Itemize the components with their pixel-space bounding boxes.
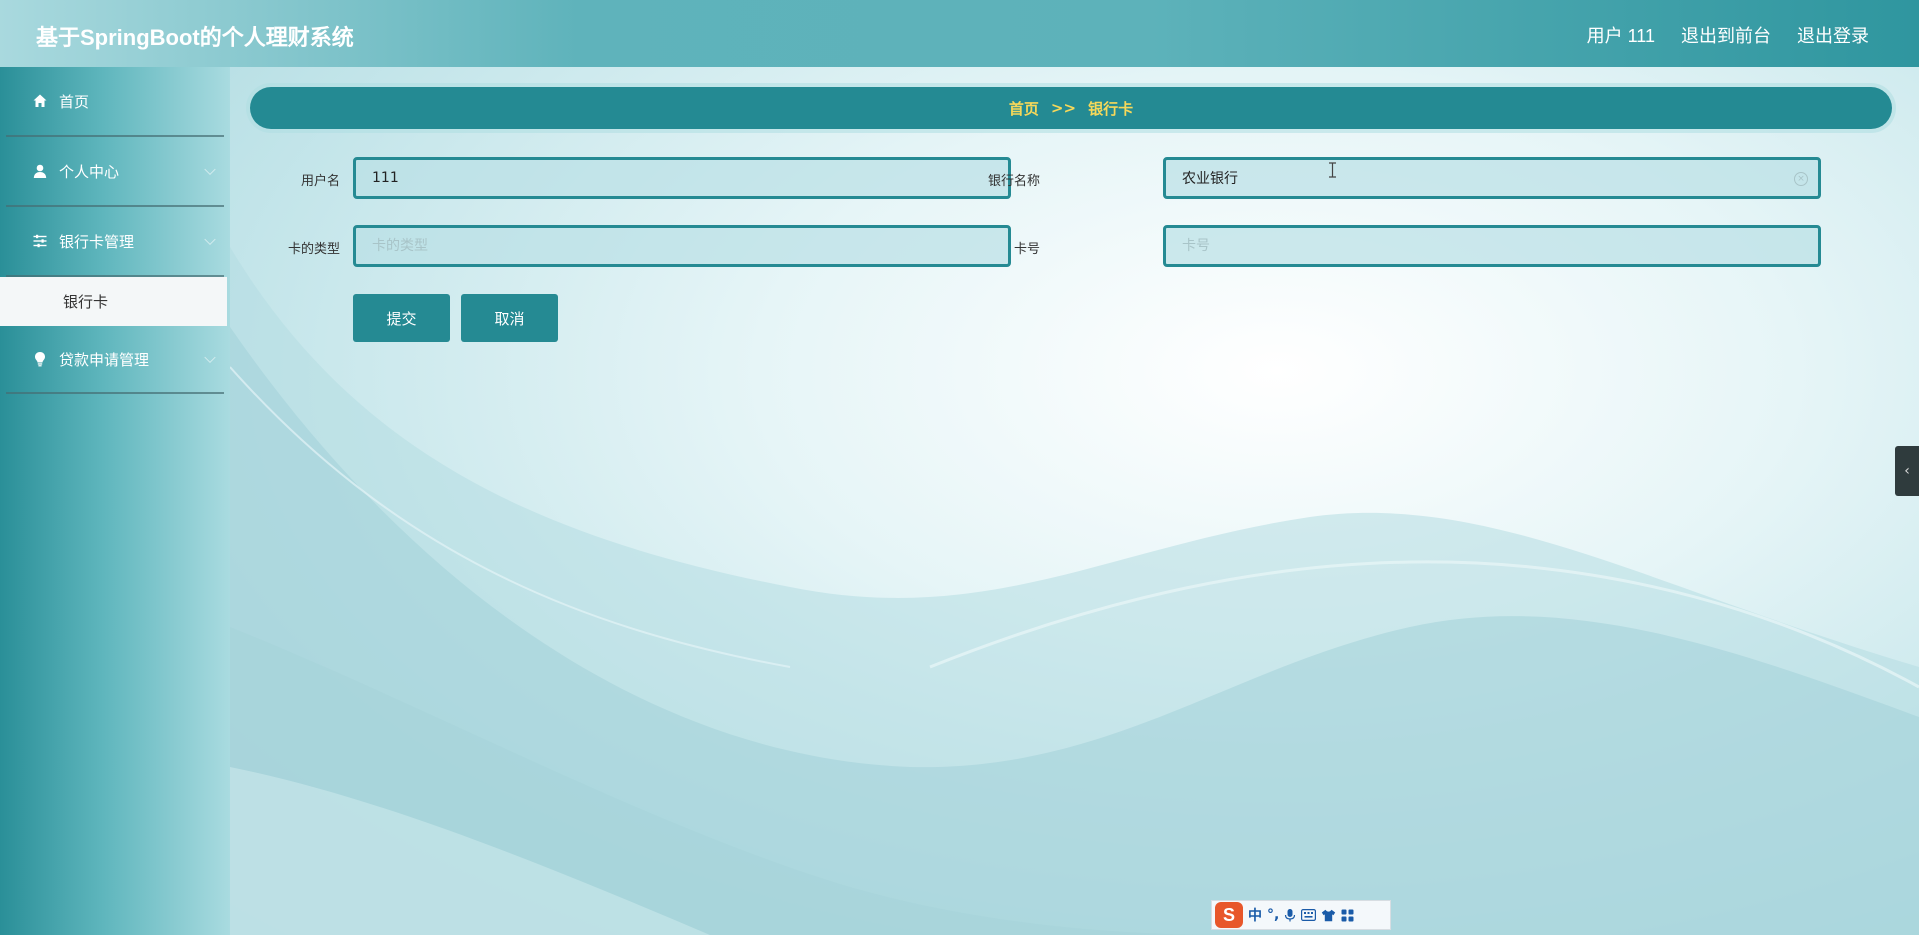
top-header: 基于SpringBoot的个人理财系统 用户 111 退出到前台 退出登录 — [0, 0, 1919, 67]
cancel-button[interactable]: 取消 — [461, 294, 558, 342]
sidebar-subitem-bank-card[interactable]: 银行卡 — [0, 277, 227, 326]
sidebar-divider — [6, 392, 224, 394]
sidebar-item-label: 首页 — [59, 92, 90, 111]
card-type-field[interactable] — [353, 225, 1011, 267]
toolbox-grid-icon[interactable] — [1341, 909, 1354, 922]
sidebar-item-label: 贷款申请管理 — [59, 350, 150, 369]
header-links: 用户 111 退出到前台 退出登录 — [1587, 22, 1869, 48]
home-icon — [33, 94, 47, 107]
ime-punctuation-toggle[interactable]: °, — [1267, 907, 1279, 923]
clear-icon[interactable]: × — [1794, 172, 1808, 186]
app-title: 基于SpringBoot的个人理财系统 — [36, 25, 354, 50]
breadcrumb: 首页 >> 银行卡 — [250, 87, 1892, 129]
bank-name-field[interactable] — [1163, 157, 1821, 199]
lightbulb-icon — [35, 352, 45, 367]
sidebar: 首页 个人中心 银行卡管理 银行卡 贷款申请管理 — [0, 67, 230, 935]
sidebar-item-home[interactable]: 首页 — [0, 67, 230, 135]
chevron-left-icon: ‹ — [1904, 463, 1910, 479]
breadcrumb-current: 银行卡 — [1088, 99, 1134, 118]
main-content: 首页 >> 银行卡 用户名 银行名称 × 卡的类型 卡号 提交 取消 — [230, 67, 1919, 935]
sidebar-item-label: 银行卡管理 — [59, 232, 135, 251]
card-number-label: 卡号 — [1013, 242, 1040, 257]
back-to-front-link[interactable]: 退出到前台 — [1681, 22, 1771, 48]
breadcrumb-home[interactable]: 首页 — [1009, 98, 1039, 119]
ime-mode-toggle[interactable]: 中 — [1248, 905, 1262, 925]
user-icon — [33, 164, 47, 178]
sidebar-item-personal-center[interactable]: 个人中心 — [0, 137, 230, 205]
username-label: 用户名 — [300, 174, 340, 189]
logout-link[interactable]: 退出登录 — [1797, 22, 1869, 48]
chevron-down-icon — [204, 233, 216, 246]
sidebar-item-label: 个人中心 — [59, 162, 120, 181]
sidebar-item-bank-card-management[interactable]: 银行卡管理 — [0, 207, 230, 275]
breadcrumb-separator: >> — [1050, 99, 1077, 117]
sidebar-item-loan-management[interactable]: 贷款申请管理 — [0, 326, 230, 392]
bank-name-label: 银行名称 — [987, 174, 1040, 189]
skin-shirt-icon[interactable] — [1321, 909, 1336, 922]
username-field[interactable] — [353, 157, 1011, 199]
submit-button[interactable]: 提交 — [353, 294, 450, 342]
chevron-down-icon — [204, 163, 216, 176]
user-label[interactable]: 用户 111 — [1587, 22, 1655, 48]
card-type-label: 卡的类型 — [287, 242, 340, 257]
sidebar-subitem-label: 银行卡 — [63, 293, 109, 311]
collapse-panel-toggle[interactable]: ‹ — [1895, 446, 1919, 496]
card-number-field[interactable] — [1163, 225, 1821, 267]
ime-toolbar: S 中 °, — [1211, 900, 1391, 930]
microphone-icon[interactable] — [1284, 908, 1296, 922]
chevron-down-icon — [204, 351, 216, 364]
keyboard-icon[interactable] — [1301, 909, 1317, 921]
text-cursor-icon — [1329, 162, 1336, 178]
sliders-icon — [33, 234, 47, 248]
ime-logo-icon[interactable]: S — [1215, 902, 1243, 928]
